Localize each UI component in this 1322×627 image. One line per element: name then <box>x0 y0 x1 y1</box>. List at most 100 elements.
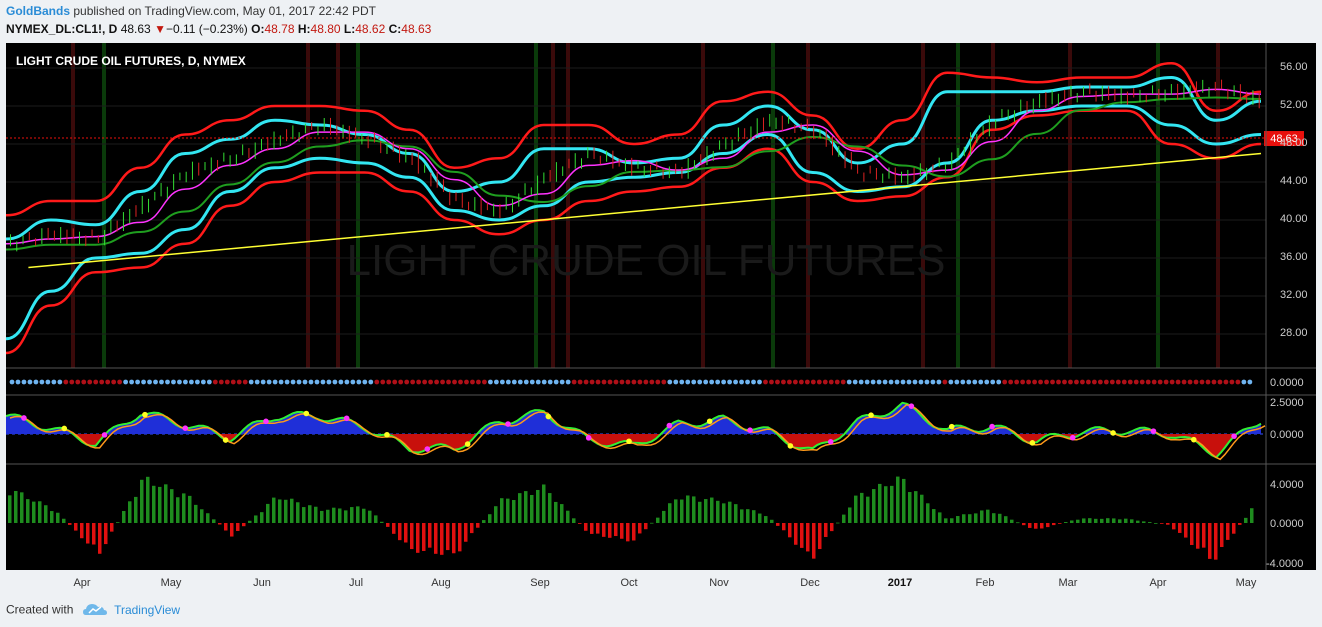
histogram-bar <box>764 516 768 523</box>
histogram-bar <box>452 523 456 554</box>
signal-dot <box>416 379 422 385</box>
histogram-bar <box>632 523 636 541</box>
signal-dot <box>189 379 194 385</box>
signal-band <box>1216 43 1220 368</box>
histogram-bar <box>458 523 462 552</box>
time-tick: Jun <box>253 577 271 589</box>
histogram-bar <box>1100 518 1104 523</box>
chart-svg[interactable]: LIGHT CRUDE OIL FUTURES 48.63 LIGHT CRUD… <box>5 43 1316 597</box>
signal-dot <box>727 379 732 385</box>
signal-dot <box>440 379 445 385</box>
histogram-bar <box>980 510 984 523</box>
signal-dot <box>332 379 338 385</box>
signal-dot <box>1169 379 1175 385</box>
oscillator-cross-dot <box>545 413 552 420</box>
histogram-bar <box>530 494 534 523</box>
histogram-bar <box>398 523 402 541</box>
signal-dot <box>1038 379 1043 385</box>
histogram-bar <box>548 493 552 523</box>
signal-dot <box>547 379 553 385</box>
signal-dot <box>709 379 715 385</box>
histogram-bar <box>1070 520 1074 523</box>
oscillator-cross-dot <box>424 446 431 452</box>
dots-axis-tick: 0.0000 <box>1270 377 1304 389</box>
histogram-bar <box>1154 522 1158 524</box>
signal-dot <box>314 379 320 385</box>
signal-dot <box>1241 379 1247 385</box>
signal-dot <box>553 379 559 385</box>
histogram-bar <box>254 515 258 523</box>
histogram-bar <box>302 507 306 523</box>
time-tick: Apr <box>1149 577 1166 589</box>
signal-dot <box>787 379 792 385</box>
histogram-bar <box>272 497 276 523</box>
histogram-bar <box>686 495 690 523</box>
signal-dot <box>482 379 487 385</box>
histogram-bar <box>1004 516 1008 523</box>
histogram-bar <box>368 510 372 523</box>
high-label: H: <box>297 22 311 36</box>
signal-dot <box>763 379 768 385</box>
signal-dot <box>147 379 152 385</box>
signal-dot <box>27 379 33 385</box>
histogram-bar <box>230 523 234 537</box>
signal-dot <box>511 379 517 385</box>
oscillator-cross-dot <box>343 415 350 422</box>
histogram-bar <box>1058 523 1062 524</box>
histogram-bar <box>692 496 696 523</box>
signal-dot <box>864 379 870 385</box>
histogram-bar <box>152 485 156 523</box>
histogram-bar <box>644 523 648 530</box>
signal-dot <box>906 379 912 385</box>
tradingview-link[interactable]: TradingView <box>114 603 180 617</box>
oscillator-cross-dot <box>101 432 108 438</box>
low-label: L: <box>343 22 356 36</box>
signal-dot <box>1211 379 1217 385</box>
signal-dot <box>1091 379 1097 385</box>
histogram-bar <box>350 507 354 523</box>
symbol-name[interactable]: NYMEX_DL:CL1!, D <box>6 22 117 36</box>
tradingview-cloud-icon[interactable] <box>82 602 107 619</box>
histogram-bar <box>968 514 972 523</box>
histogram-bar <box>128 501 132 523</box>
signal-dot <box>703 379 709 385</box>
histogram-bar <box>218 523 222 525</box>
signal-dot <box>828 379 834 385</box>
signal-dot <box>667 379 673 385</box>
chart-area[interactable]: LIGHT CRUDE OIL FUTURES 48.63 LIGHT CRUD… <box>5 43 1316 602</box>
histogram-bar <box>986 509 990 523</box>
signal-dot <box>1002 379 1008 385</box>
created-with-text: Created with <box>6 602 74 617</box>
histogram-bar <box>1178 523 1182 533</box>
histogram-bar <box>566 510 570 523</box>
signal-dot <box>577 379 583 385</box>
price-tick: 40.00 <box>1280 213 1308 225</box>
signal-dot <box>57 379 63 385</box>
signal-dot <box>470 379 475 385</box>
oscillator-axis-tick: 2.5000 <box>1270 397 1304 409</box>
signal-dot <box>990 379 996 385</box>
histogram-bar <box>470 523 474 534</box>
histogram-bar <box>92 523 96 545</box>
signal-band <box>356 43 360 368</box>
signal-dot <box>1032 379 1037 385</box>
histogram-bar <box>260 512 264 523</box>
signal-dot <box>948 379 954 385</box>
histogram-bar <box>182 493 186 523</box>
signal-dot <box>272 379 278 385</box>
histogram-bar <box>788 523 792 538</box>
histogram-bar <box>716 500 720 523</box>
signal-dot <box>368 379 374 385</box>
signal-dot <box>1074 379 1079 385</box>
signal-band <box>306 43 310 368</box>
histogram-bar <box>656 517 660 523</box>
oscillator-cross-dot <box>303 410 310 417</box>
signal-dot <box>93 379 99 385</box>
signal-dot <box>75 379 81 385</box>
signal-dot <box>775 379 780 385</box>
time-tick: Apr <box>73 577 90 589</box>
time-tick: May <box>161 577 182 589</box>
author-link[interactable]: GoldBands <box>6 4 70 18</box>
signal-dot <box>816 379 822 385</box>
signal-dot <box>505 379 511 385</box>
